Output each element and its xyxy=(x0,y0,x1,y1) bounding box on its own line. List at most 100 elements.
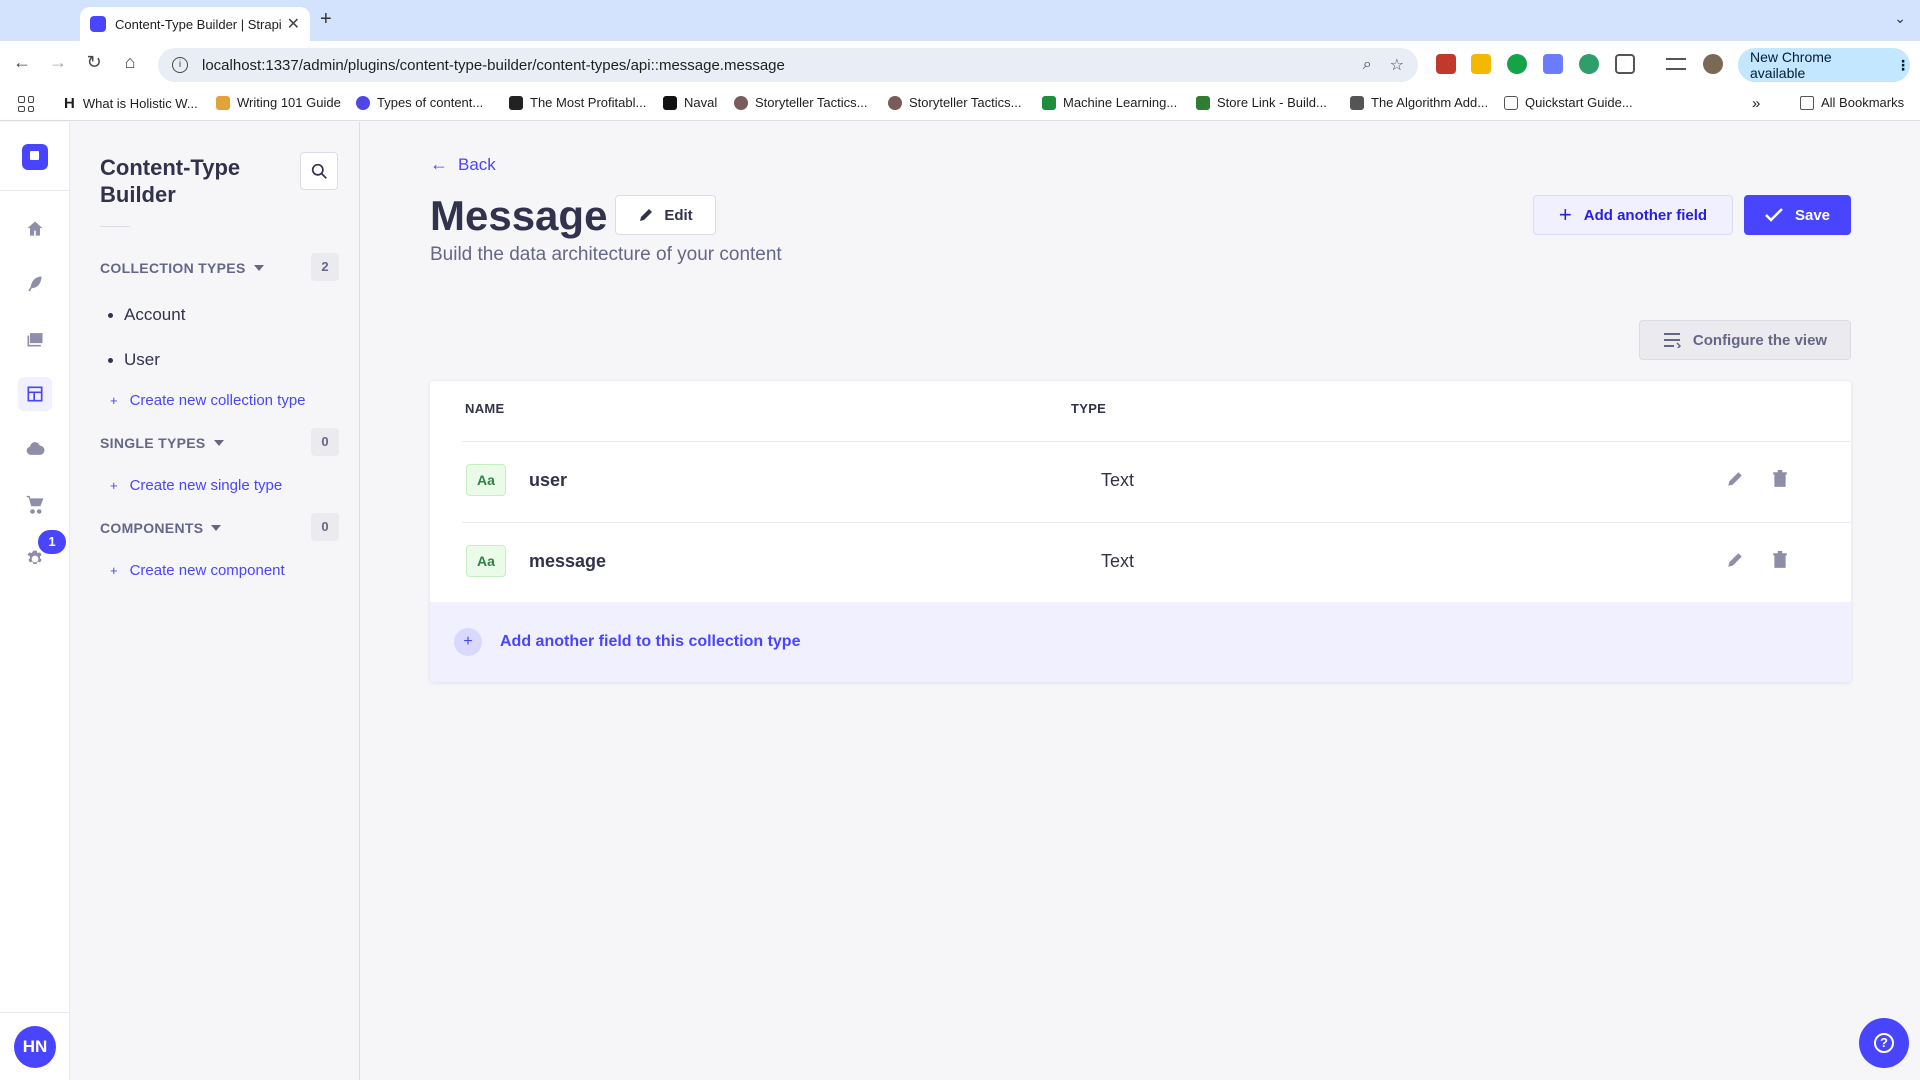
profile-avatar-icon[interactable] xyxy=(1703,54,1723,74)
cloud-icon[interactable] xyxy=(18,432,52,466)
home-icon[interactable]: ⌂ xyxy=(118,52,142,73)
field-name: user xyxy=(529,470,568,490)
text-type-icon: Aa xyxy=(466,464,506,496)
extension-icon[interactable] xyxy=(1471,54,1491,74)
page-title: Message xyxy=(430,192,608,239)
plus-circle-icon: + xyxy=(454,628,482,656)
fields-table: NAME TYPE Aa user Text Aa message Text +… xyxy=(430,381,1851,682)
address-bar[interactable]: i localhost:1337/admin/plugins/content-t… xyxy=(158,48,1418,82)
strapi-logo-icon[interactable] xyxy=(22,144,48,170)
browser-tab[interactable]: Content-Type Builder | Strapi ✕ xyxy=(80,7,310,41)
apps-grid-icon[interactable] xyxy=(18,96,34,112)
caret-down-icon xyxy=(253,265,264,271)
link-label: Create new single type xyxy=(129,477,283,494)
extension-icon[interactable] xyxy=(1436,54,1456,74)
zoom-icon[interactable]: ⌕ xyxy=(1363,56,1372,74)
link-label: Create new collection type xyxy=(129,392,306,409)
single-types-toggle[interactable]: SINGLE TYPES xyxy=(100,435,224,451)
add-field-to-collection-button[interactable]: + Add another field to this collection t… xyxy=(430,602,1851,682)
bookmark-item[interactable]: Writing 101 Guide xyxy=(216,95,341,110)
search-button[interactable] xyxy=(300,152,338,190)
configure-view-button[interactable]: Configure the view xyxy=(1639,320,1851,360)
bookmark-label: Storyteller Tactics... xyxy=(909,95,1022,110)
marketplace-cart-icon[interactable] xyxy=(18,487,52,521)
table-row[interactable]: Aa message Text xyxy=(462,522,1851,602)
extension-icon[interactable] xyxy=(1543,54,1563,74)
bookmark-star-icon[interactable]: ☆ xyxy=(1390,55,1404,75)
chrome-update-button[interactable]: New Chrome available ⋮ xyxy=(1738,48,1910,82)
link-label: Create new component xyxy=(129,562,285,579)
url-text: localhost:1337/admin/plugins/content-typ… xyxy=(202,56,785,74)
sidebar-item-user[interactable]: User xyxy=(108,350,160,370)
page-subtitle: Build the data architecture of your cont… xyxy=(430,244,782,265)
back-link[interactable]: ← Back xyxy=(430,154,496,175)
delete-field-trash-icon[interactable] xyxy=(1771,551,1793,573)
components-toggle[interactable]: COMPONENTS xyxy=(100,520,222,536)
divider xyxy=(0,1012,70,1013)
edit-field-pencil-icon[interactable] xyxy=(1726,470,1748,492)
bookmark-item[interactable]: Quickstart Guide... xyxy=(1504,95,1633,110)
add-another-field-button[interactable]: + Add another field xyxy=(1533,195,1733,235)
main-nav: 1 HN xyxy=(0,122,70,1080)
question-icon: ? xyxy=(1874,1033,1894,1053)
edit-field-pencil-icon[interactable] xyxy=(1726,551,1748,573)
content-manager-feather-icon[interactable] xyxy=(18,267,52,301)
more-bookmarks-icon[interactable]: » xyxy=(1752,95,1760,112)
notification-badge: 1 xyxy=(38,530,66,554)
bookmark-label: What is Holistic W... xyxy=(82,96,198,111)
arrow-left-icon: ← xyxy=(430,154,448,174)
check-icon xyxy=(1765,208,1783,222)
bookmark-doc-icon xyxy=(1504,95,1518,110)
close-tab-icon[interactable]: ✕ xyxy=(287,14,300,34)
bookmark-item[interactable]: Machine Learning... xyxy=(1042,95,1177,110)
search-icon xyxy=(311,163,327,179)
bookmark-site-icon xyxy=(1350,95,1364,110)
bookmark-item[interactable]: Naval xyxy=(663,95,717,110)
extension-icon[interactable] xyxy=(1579,54,1599,74)
help-button[interactable]: ? xyxy=(1859,1018,1909,1068)
column-header-name: NAME xyxy=(465,401,505,416)
bookmark-item[interactable]: Storyteller Tactics... xyxy=(888,95,1021,110)
site-info-icon[interactable]: i xyxy=(172,57,188,73)
sidebar-item-account[interactable]: Account xyxy=(108,305,185,325)
tab-search-chevron-icon[interactable]: ⌄ xyxy=(1894,10,1906,27)
bookmark-item[interactable]: The Algorithm Add... xyxy=(1350,95,1488,110)
bookmark-item[interactable]: Store Link - Build... xyxy=(1196,95,1327,110)
media-control-icon[interactable] xyxy=(1666,58,1686,70)
grammarly-icon[interactable] xyxy=(1507,54,1527,74)
create-single-type-link[interactable]: + Create new single type xyxy=(110,477,282,494)
kebab-menu-icon[interactable]: ⋮ xyxy=(1896,57,1910,74)
home-nav-icon[interactable] xyxy=(18,212,52,246)
bookmark-site-icon xyxy=(888,95,902,110)
bookmark-item[interactable]: H What is Holistic W... xyxy=(64,95,198,112)
forward-arrow-icon[interactable]: → xyxy=(46,52,70,73)
browser-tab-bar: Content-Type Builder | Strapi ✕ + ⌄ xyxy=(0,0,1920,41)
bookmark-item[interactable]: Storyteller Tactics... xyxy=(734,95,867,110)
extensions-puzzle-icon[interactable] xyxy=(1615,54,1635,74)
bookmark-site-icon xyxy=(1042,95,1056,110)
field-type: Text xyxy=(1101,551,1135,571)
bookmark-bag-icon xyxy=(1196,95,1210,110)
bookmark-item[interactable]: The Most Profitabl... xyxy=(509,95,646,110)
all-bookmarks-item[interactable]: All Bookmarks xyxy=(1800,95,1904,110)
create-component-link[interactable]: + Create new component xyxy=(110,562,285,579)
content-type-subnav: Content-Type Builder COLLECTION TYPES 2 … xyxy=(70,122,360,1080)
delete-field-trash-icon[interactable] xyxy=(1771,470,1793,492)
content-type-builder-icon[interactable] xyxy=(18,377,52,411)
table-row[interactable]: Aa user Text xyxy=(462,441,1851,521)
collection-types-toggle[interactable]: COLLECTION TYPES xyxy=(100,260,264,276)
new-tab-icon[interactable]: + xyxy=(320,8,332,31)
back-arrow-icon[interactable]: ← xyxy=(10,52,34,73)
reload-icon[interactable]: ↻ xyxy=(82,52,106,73)
bookmark-site-icon xyxy=(663,95,677,110)
edit-button[interactable]: Edit xyxy=(615,195,716,235)
bookmark-label: Writing 101 Guide xyxy=(237,95,341,110)
bookmark-item[interactable]: Types of content... xyxy=(356,95,483,110)
create-collection-type-link[interactable]: + Create new collection type xyxy=(110,392,306,409)
user-avatar[interactable]: HN xyxy=(14,1026,56,1068)
collection-types-count: 2 xyxy=(311,253,339,281)
caret-down-icon xyxy=(211,525,222,531)
field-type: Text xyxy=(1101,470,1135,490)
media-library-icon[interactable] xyxy=(18,322,52,356)
save-button[interactable]: Save xyxy=(1744,195,1851,235)
